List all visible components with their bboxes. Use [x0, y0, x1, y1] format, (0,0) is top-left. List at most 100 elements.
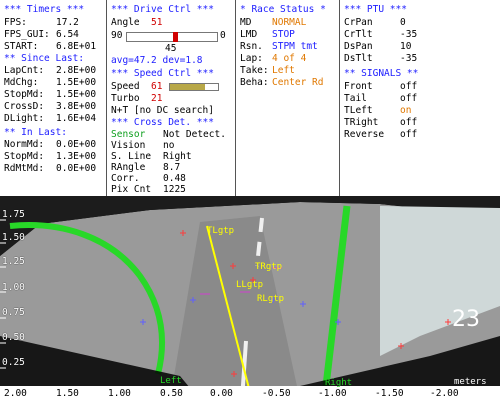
- since-last-value: 1.5E+00: [56, 89, 97, 100]
- avg-dev-readout: avg=47.2 dev=1.8: [111, 55, 203, 66]
- since-last-label: StopMd:: [4, 89, 45, 100]
- ptu-value: 0: [400, 17, 406, 28]
- timers-header: *** Timers ***: [4, 4, 85, 15]
- cross-det-value: 0.48: [163, 173, 186, 184]
- race-status-header: * Race Status *: [240, 4, 326, 15]
- signal-label: TRight: [344, 117, 379, 128]
- label-trgtp: TRgtp: [255, 262, 283, 272]
- telemetry-window: *** Timers *** FPS: 17.2 FPS_GUI: 6.54 S…: [0, 0, 500, 400]
- angle-max: 0: [220, 30, 226, 41]
- in-last-label: NormMd:: [4, 139, 45, 150]
- race-status-label: Rsn.: [240, 41, 263, 52]
- drive-ctrl-panel: *** Drive Ctrl *** Angle 51 90 0 45 avg=…: [107, 0, 234, 196]
- cross-det-note: N+T [no DC search]: [111, 105, 214, 116]
- angle-min: 90: [111, 30, 123, 41]
- camera-overlay: 23: [0, 196, 500, 400]
- since-last-label: LapCnt:: [4, 65, 45, 76]
- label-rlgtp: RLgtp: [257, 294, 285, 304]
- signal-value: on: [400, 105, 412, 116]
- x-axis-label: -1.50: [375, 388, 404, 399]
- since-last-header: ** Since Last:: [4, 53, 85, 64]
- angle-value: 51: [151, 17, 163, 28]
- cross-det-label: Corr.: [111, 173, 140, 184]
- fps-value: 17.2: [56, 17, 79, 28]
- in-last-value: 0.0E+00: [56, 139, 97, 150]
- in-last-value: 0.0E+00: [56, 163, 97, 174]
- drive-ctrl-header: *** Drive Ctrl ***: [111, 4, 214, 15]
- ptu-label: CrPan: [344, 17, 373, 28]
- race-status-label: Lap:: [240, 53, 263, 64]
- x-axis-label: 1.00: [108, 388, 131, 399]
- race-status-label: Beha:: [240, 77, 269, 88]
- race-status-label: MD: [240, 17, 252, 28]
- signal-label: Tail: [344, 93, 367, 104]
- cross-det-label: Sensor: [111, 129, 146, 140]
- x-axis-label: 0.50: [160, 388, 183, 399]
- angle-label: Angle: [111, 17, 140, 28]
- speed-ctrl-header: *** Speed Ctrl ***: [111, 68, 214, 79]
- x-axis-label: -1.00: [318, 388, 347, 399]
- x-axis-label: 2.00: [4, 388, 27, 399]
- cross-det-value: 8.7: [163, 162, 181, 173]
- fps-label: FPS:: [4, 17, 27, 28]
- ptu-value: 10: [400, 41, 412, 52]
- fps-gui-label: FPS_GUI:: [4, 29, 50, 40]
- label-tlgtp: TLgtp: [207, 226, 235, 236]
- cross-det-label: S. Line: [111, 151, 152, 162]
- x-axis-label: -0.50: [262, 388, 291, 399]
- race-status-panel: * Race Status * MD NORMAL LMD STOP Rsn. STPM …: [236, 0, 338, 196]
- since-last-value: 2.8E+00: [56, 65, 97, 76]
- cross-det-value: Not Detect.: [163, 129, 226, 140]
- y-axis-label: 1.75: [2, 209, 25, 220]
- speed-bar-fill: [170, 84, 205, 90]
- speed-label: Speed: [111, 81, 140, 92]
- speed-bar: [169, 83, 219, 91]
- race-status-value: STOP: [272, 29, 295, 40]
- in-last-header: ** In Last:: [4, 127, 67, 138]
- cross-det-label: Vision: [111, 140, 146, 151]
- cross-det-value: no: [163, 140, 175, 151]
- since-last-label: DLight:: [4, 113, 45, 124]
- race-status-value: NORMAL: [272, 17, 307, 28]
- in-last-value: 1.3E+00: [56, 151, 97, 162]
- y-axis-label: 1.50: [2, 232, 25, 243]
- cross-det-header: *** Cross Det. ***: [111, 117, 214, 128]
- angle-slider[interactable]: [126, 32, 218, 42]
- label-llgtp: LLgtp: [236, 280, 264, 290]
- since-last-label: MdChg:: [4, 77, 39, 88]
- x-axis-label: 0.00: [210, 388, 233, 399]
- race-status-label: LMD: [240, 29, 258, 40]
- y-axis-label: 0.75: [2, 307, 25, 318]
- angle-slider-thumb[interactable]: [172, 32, 178, 42]
- race-status-label: Take:: [240, 65, 269, 76]
- y-axis-label: 1.00: [2, 282, 25, 293]
- cross-det-label: Pix Cnt: [111, 184, 152, 195]
- signal-label: Front: [344, 81, 373, 92]
- start-label: START:: [4, 41, 39, 52]
- signal-label: Reverse: [344, 129, 385, 140]
- turbo-value: 21: [151, 93, 163, 104]
- y-axis-label: 0.25: [2, 357, 25, 368]
- race-status-value: Center Rd: [272, 77, 324, 88]
- sign-text: 23: [452, 307, 480, 332]
- ptu-panel: *** PTU *** ** SIGNALS ** CrPan 0 CrTlt -35…: [340, 0, 500, 196]
- x-axis-label: 1.50: [56, 388, 79, 399]
- in-last-label: RdMtMd:: [4, 163, 45, 174]
- y-axis-label: 1.25: [2, 256, 25, 267]
- camera-view[interactable]: 23 TLgtp TRgtp LLgtp RLgtp Left Right me…: [0, 196, 500, 400]
- x-axis-label: -2.00: [430, 388, 459, 399]
- fps-gui-value: 6.54: [56, 29, 79, 40]
- ptu-label: DsTlt: [344, 53, 373, 64]
- signal-value: off: [400, 93, 418, 104]
- signal-value: off: [400, 129, 418, 140]
- ptu-header: *** PTU ***: [344, 4, 407, 15]
- since-last-value: 3.8E+00: [56, 101, 97, 112]
- turbo-label: Turbo: [111, 93, 140, 104]
- label-left: Left: [160, 376, 182, 386]
- start-value: 6.8E+01: [56, 41, 97, 52]
- angle-center: 45: [165, 43, 177, 54]
- y-axis-label: 0.50: [2, 332, 25, 343]
- since-last-value: 1.5E+00: [56, 77, 97, 88]
- cross-det-value: 1225: [163, 184, 186, 195]
- ptu-label: CrTlt: [344, 29, 373, 40]
